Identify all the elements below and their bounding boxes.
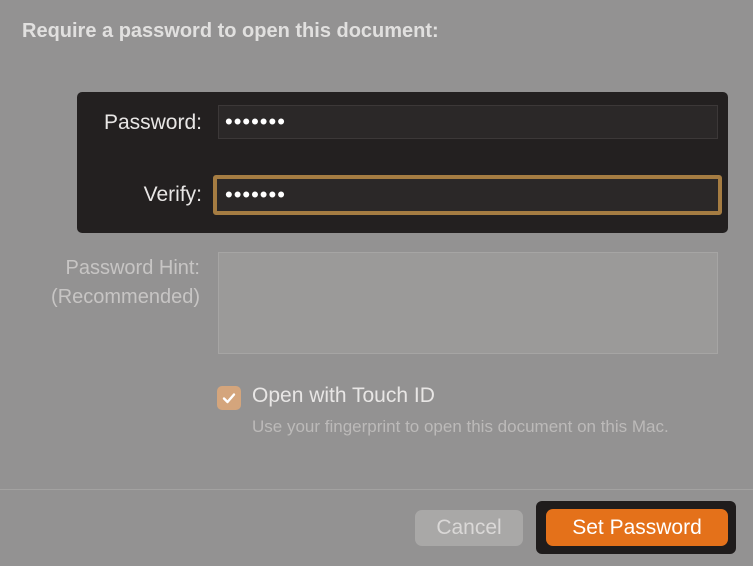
password-input[interactable]: ••••••• xyxy=(218,105,718,139)
touch-id-checkbox[interactable] xyxy=(217,386,241,410)
footer-separator xyxy=(0,489,753,490)
touch-id-label: Open with Touch ID xyxy=(252,384,435,407)
set-password-button[interactable]: Set Password xyxy=(546,509,728,546)
password-hint-label-line2: (Recommended) xyxy=(51,286,200,308)
touch-id-description: Use your fingerprint to open this docume… xyxy=(252,417,669,436)
cancel-button[interactable]: Cancel xyxy=(415,510,523,546)
password-hint-label: Password Hint: (Recommended) xyxy=(51,254,200,312)
checkmark-icon xyxy=(222,393,236,404)
password-hint-label-line1: Password Hint: xyxy=(65,257,201,279)
verify-input[interactable]: ••••••• xyxy=(213,175,722,215)
password-label: Password: xyxy=(103,111,202,134)
password-hint-input[interactable] xyxy=(218,252,718,354)
verify-label: Verify: xyxy=(143,183,202,206)
dialog-title: Require a password to open this document… xyxy=(22,20,439,42)
